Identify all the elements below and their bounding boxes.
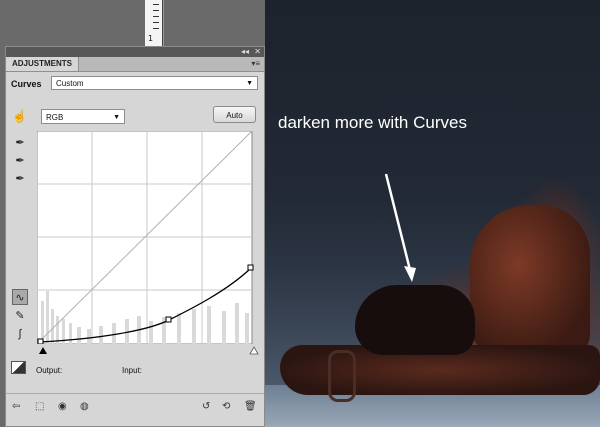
panel-divider — [6, 393, 264, 394]
white-eyedropper-icon[interactable]: ✒ — [12, 171, 28, 187]
gray-eyedropper-icon[interactable]: ✒ — [12, 153, 28, 169]
annotation-text: darken more with Curves — [278, 113, 467, 132]
previous-state-icon[interactable]: ↺ — [202, 401, 210, 413]
pencil-draw-icon[interactable]: ✎ — [12, 308, 28, 324]
trash-icon[interactable]: 🗑 — [244, 401, 257, 413]
close-icon[interactable]: ✕ — [254, 47, 261, 57]
curves-graph[interactable] — [37, 131, 258, 344]
annotation-arrow-icon — [384, 173, 416, 282]
clipping-display-icon[interactable] — [11, 361, 26, 374]
photo-hair — [355, 285, 475, 355]
curve-point-white — [247, 264, 254, 271]
black-point-slider — [39, 347, 47, 354]
tab-adjustments[interactable]: ADJUSTMENTS — [6, 57, 80, 71]
chevron-down-icon: ▼ — [113, 114, 120, 121]
output-label: Output: — [36, 366, 63, 375]
preset-select[interactable]: Custom ▼ — [51, 76, 258, 90]
panel-titlebar[interactable]: ◂◂ ✕ — [6, 47, 264, 57]
smooth-curve-icon[interactable]: ∫ — [12, 326, 28, 342]
preset-label: Curves — [11, 79, 42, 89]
input-label: Input: — [122, 366, 143, 375]
ruler-number: 1 — [148, 34, 154, 43]
chevron-down-icon: ▼ — [246, 80, 253, 87]
input-slider-track[interactable] — [37, 346, 262, 356]
photo-shoulder — [470, 205, 590, 355]
panel-menu-icon[interactable]: ▾≡ — [251, 57, 260, 71]
back-arrow-icon[interactable]: ⇦ — [12, 401, 20, 413]
preset-value: Custom — [56, 79, 84, 88]
clip-to-layer-icon[interactable]: ⬚ — [35, 401, 44, 413]
black-eyedropper-icon[interactable]: ✒ — [12, 135, 28, 151]
photo-bracelets — [328, 350, 356, 402]
targeted-adjustment-icon[interactable]: ☝ — [12, 109, 27, 123]
curve-point-tool-icon[interactable]: ∿ — [12, 289, 28, 305]
panel-tabbar: ADJUSTMENTS ▾≡ — [6, 57, 264, 72]
adjustments-panel: ◂◂ ✕ ADJUSTMENTS ▾≡ Curves Custom ▼ ☝ RG… — [5, 46, 265, 427]
eye-icon[interactable]: ◍ — [80, 401, 89, 413]
curve-point-black — [37, 338, 44, 344]
ruler-edge — [162, 0, 163, 46]
collapse-icon[interactable]: ◂◂ — [241, 47, 249, 57]
reset-icon[interactable]: ⟲ — [222, 401, 230, 413]
curve-point-mid — [165, 316, 172, 323]
auto-button[interactable]: Auto — [213, 106, 256, 123]
channel-value: RGB — [46, 113, 64, 122]
channel-select[interactable]: RGB ▼ — [41, 109, 125, 124]
layer-visibility-icon[interactable]: ◉ — [58, 401, 67, 413]
white-point-slider — [249, 346, 259, 355]
